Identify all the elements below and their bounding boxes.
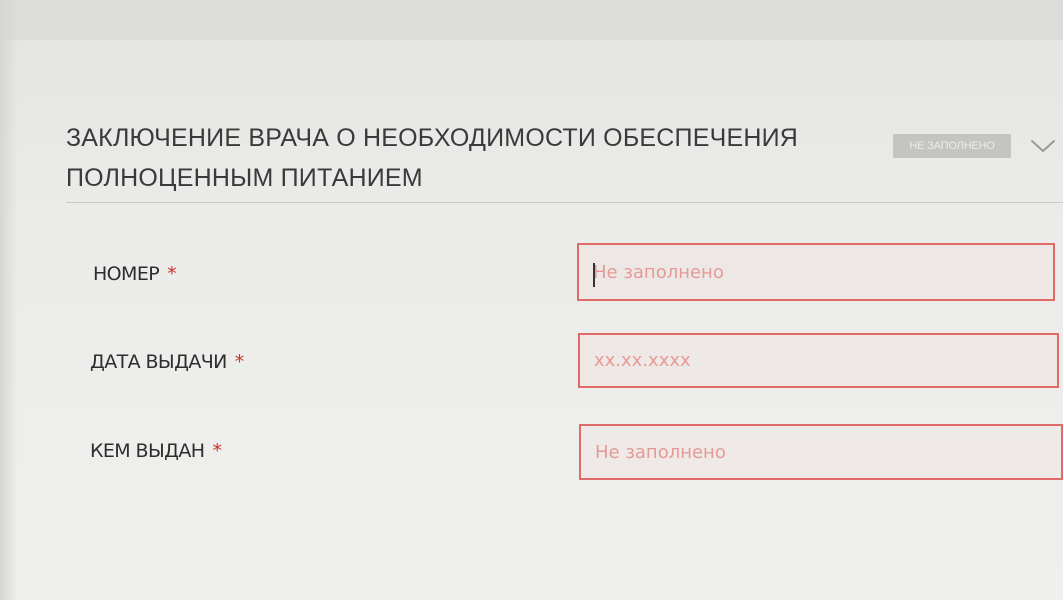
section-title-line-1: ЗАКЛЮЧЕНИЕ ВРАЧА О НЕОБХОДИМОСТИ ОБЕСПЕЧ…: [66, 124, 799, 152]
issued-by-label: КЕМ ВЫДАН *: [90, 440, 222, 462]
status-badge: НЕ ЗАПОЛНЕНО: [893, 134, 1011, 158]
issued-by-label-text: КЕМ ВЫДАН: [90, 440, 205, 462]
section-title[interactable]: ЗАКЛЮЧЕНИЕ ВРАЧА О НЕОБХОДИМОСТИ ОБЕСПЕЧ…: [66, 118, 866, 198]
number-field-box[interactable]: [577, 243, 1055, 301]
form-section: ЗАКЛЮЧЕНИЕ ВРАЧА О НЕОБХОДИМОСТИ ОБЕСПЕЧ…: [0, 0, 1063, 600]
issue-date-label: ДАТА ВЫДАЧИ *: [90, 351, 244, 373]
text-caret: [593, 263, 595, 287]
issued-by-input[interactable]: [581, 426, 1061, 478]
required-marker: *: [234, 351, 245, 373]
number-label-text: НОМЕР: [93, 263, 160, 285]
number-input[interactable]: [579, 245, 1053, 299]
required-marker: *: [167, 263, 177, 285]
section-divider: [66, 202, 1063, 203]
issue-date-label-text: ДАТА ВЫДАЧИ: [90, 351, 227, 373]
issued-by-field-box[interactable]: [579, 424, 1063, 480]
required-marker: *: [212, 440, 222, 462]
issue-date-input[interactable]: [580, 335, 1057, 386]
chevron-down-icon-svg: [1031, 140, 1055, 152]
number-label: НОМЕР *: [93, 263, 177, 285]
chevron-down-icon[interactable]: [1030, 138, 1056, 154]
section-title-line-2: ПОЛНОЦЕННЫМ ПИТАНИЕМ: [66, 164, 423, 192]
issue-date-field-box[interactable]: [578, 333, 1059, 388]
